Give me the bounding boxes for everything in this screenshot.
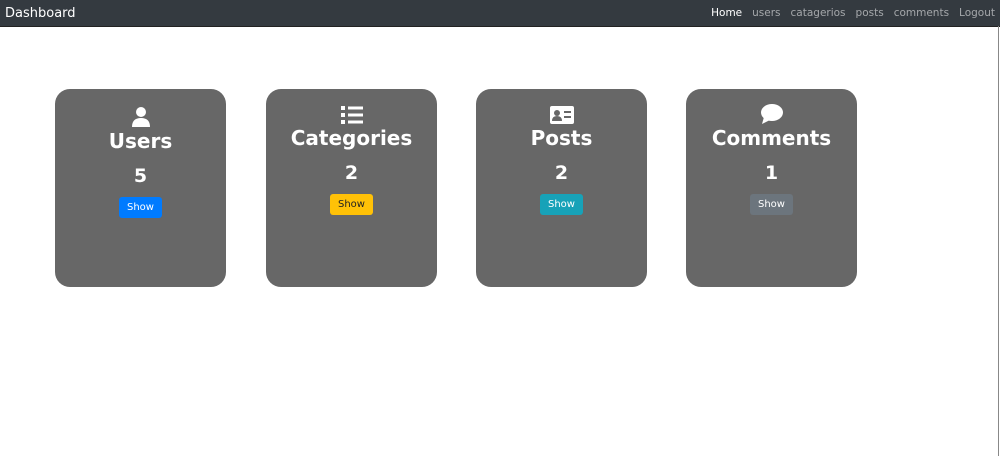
comment-icon xyxy=(686,103,857,124)
card-count: 2 xyxy=(554,162,569,184)
card-title: Categories xyxy=(290,126,413,150)
scrollbar-edge xyxy=(998,26,999,456)
categories-show-button[interactable]: Show xyxy=(330,194,373,215)
nav-home[interactable]: Home xyxy=(711,7,742,19)
nav-comments[interactable]: comments xyxy=(894,7,949,19)
nav-links: Home users catagerios posts comments Log… xyxy=(711,7,995,19)
users-card: Users 5 Show xyxy=(55,89,226,287)
categories-card: Categories 2 Show xyxy=(266,89,437,287)
card-title: Users xyxy=(108,129,173,153)
card-count: 2 xyxy=(344,162,359,184)
comments-card: Comments 1 Show xyxy=(686,89,857,287)
navbar: Dashboard Home users catagerios posts co… xyxy=(0,0,1000,27)
comments-show-button[interactable]: Show xyxy=(750,194,793,215)
nav-posts[interactable]: posts xyxy=(856,7,884,19)
card-title: Posts xyxy=(530,126,593,150)
card-count: 1 xyxy=(764,162,779,184)
list-icon xyxy=(266,103,437,124)
brand[interactable]: Dashboard xyxy=(5,6,76,21)
id-card-icon xyxy=(476,103,647,124)
nav-users[interactable]: users xyxy=(752,7,780,19)
card-count: 5 xyxy=(133,165,148,187)
posts-show-button[interactable]: Show xyxy=(540,194,583,215)
card-title: Comments xyxy=(711,126,832,150)
nav-categories[interactable]: catagerios xyxy=(791,7,846,19)
posts-card: Posts 2 Show xyxy=(476,89,647,287)
users-show-button[interactable]: Show xyxy=(119,197,162,218)
user-icon xyxy=(55,105,226,127)
nav-logout[interactable]: Logout xyxy=(959,7,995,19)
